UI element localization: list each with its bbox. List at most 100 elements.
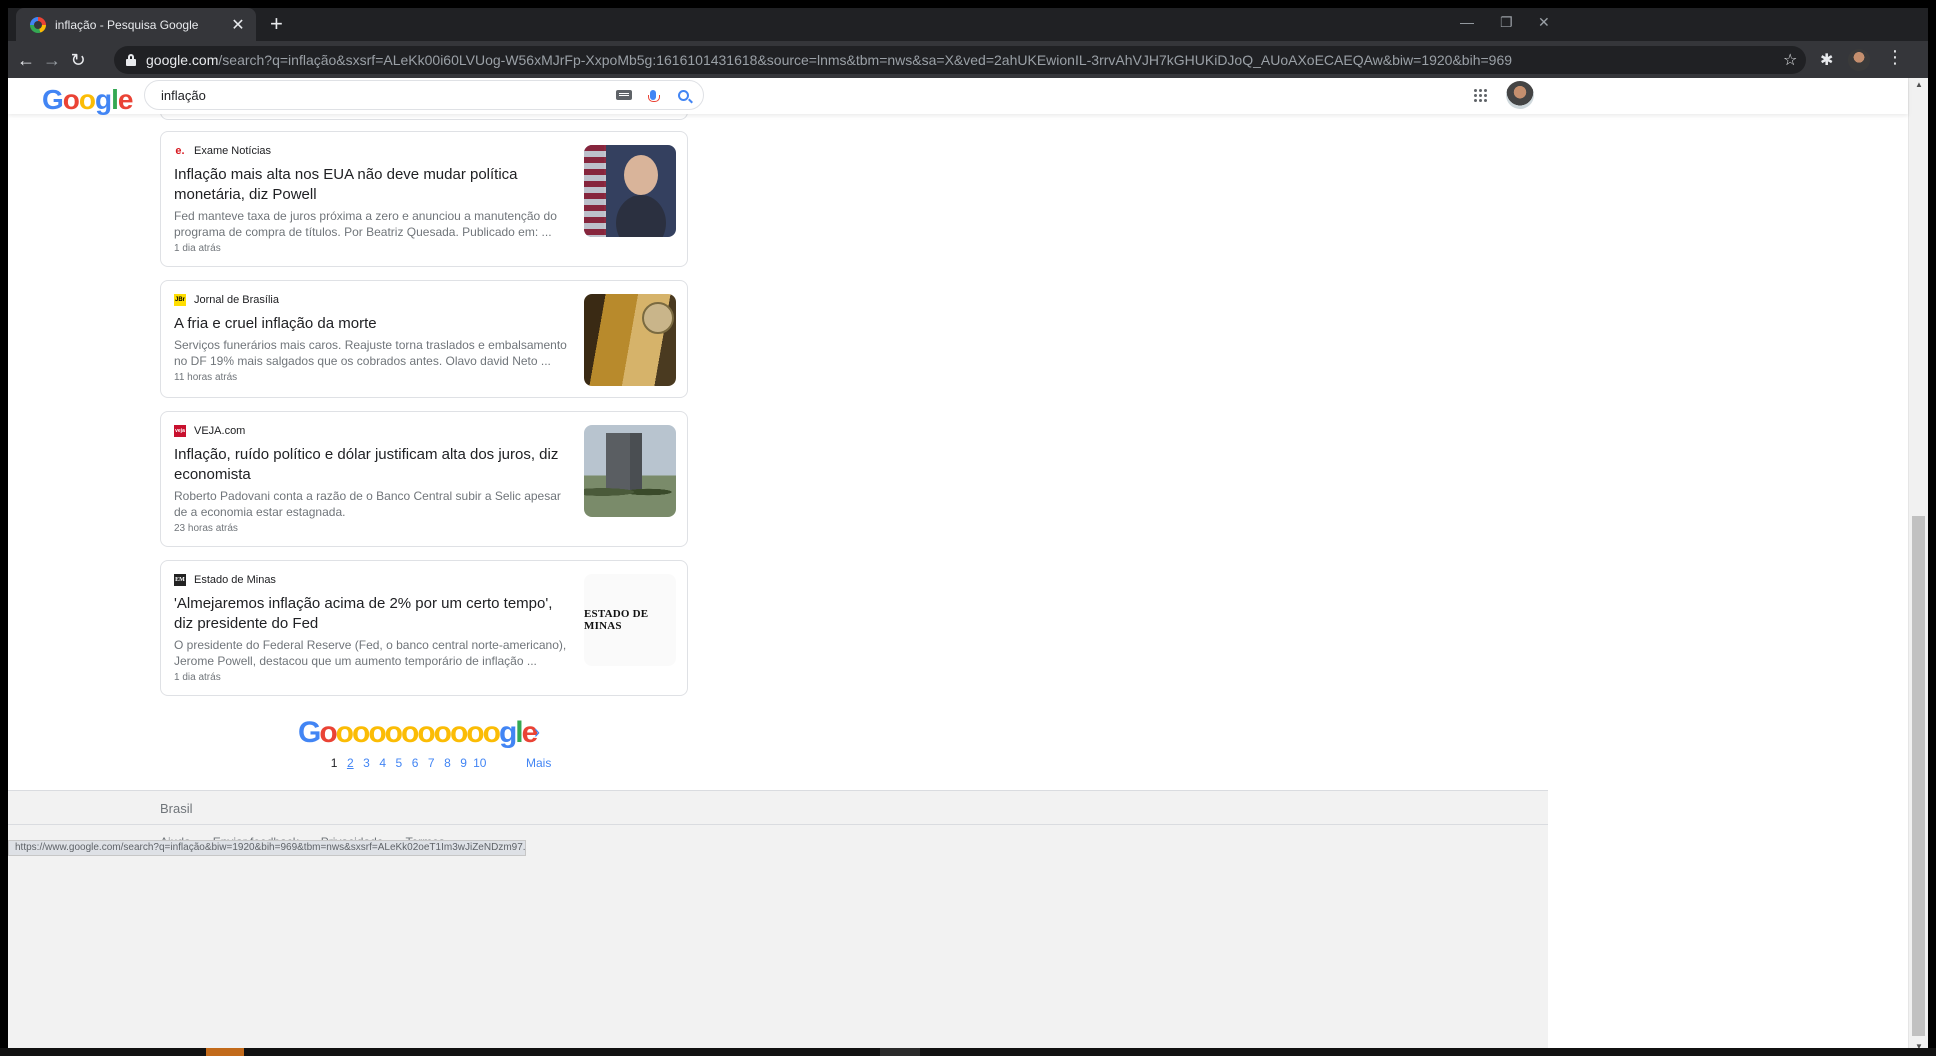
page-number-link[interactable]: 5	[391, 756, 407, 770]
page-number-link[interactable]: 8	[439, 756, 455, 770]
close-window-button[interactable]: ✕	[1538, 14, 1550, 31]
more-pages-link[interactable]: Mais	[526, 756, 551, 770]
result-thumbnail-image[interactable]	[584, 145, 676, 237]
news-result-card[interactable]: EM Estado de Minas 'Almejaremos inflação…	[160, 560, 688, 696]
pagination-logo-letter: o	[319, 716, 337, 749]
result-title-link[interactable]: Inflação mais alta nos EUA não deve muda…	[174, 165, 569, 205]
result-time: 11 horas atrás	[174, 372, 238, 383]
news-result-card[interactable]: veja VEJA.com Inflação, ruído político e…	[160, 411, 688, 547]
page-number-list: 1 2 3 4 5 6 7 8 9 10	[326, 756, 488, 770]
result-source: JBr Jornal de Brasília	[174, 294, 279, 306]
pagination-logo-letter: G	[298, 716, 321, 749]
result-title-link[interactable]: A fria e cruel inflação da morte	[174, 314, 569, 334]
keyboard-icon[interactable]	[616, 90, 632, 100]
page-number-link[interactable]: 4	[375, 756, 391, 770]
search-box[interactable]	[144, 80, 704, 110]
result-thumbnail-image[interactable]	[584, 294, 676, 386]
result-snippet: Fed manteve taxa de juros próxima a zero…	[174, 209, 557, 239]
microphone-icon[interactable]	[648, 90, 660, 102]
tab-close-icon[interactable]: ✕	[230, 15, 246, 35]
result-source: EM Estado de Minas	[174, 574, 276, 586]
account-avatar[interactable]	[1506, 81, 1534, 109]
pagination-logo-letter: o	[466, 716, 484, 749]
url-path: /search?q=inflação&sxsrf=ALeKk00i60LVUog…	[218, 52, 1513, 68]
logo-letter: g	[95, 84, 112, 115]
result-time: 1 dia atrás	[174, 243, 221, 254]
browser-window: inflação - Pesquisa Google ✕ + — ❐ ✕ ← →…	[8, 8, 1928, 1056]
pagination-logo-letter: o	[400, 716, 419, 749]
taskbar-app-icon[interactable]	[880, 1048, 920, 1056]
pagination: Gooooooooooogle › 1 2 3 4 5 6 7 8 9 10 M…	[298, 716, 558, 776]
source-name: VEJA.com	[194, 425, 246, 437]
pagination-logo-letter: o	[482, 716, 501, 749]
tab-strip: inflação - Pesquisa Google ✕ + — ❐ ✕	[8, 8, 1928, 41]
veja-logo-icon: veja	[174, 425, 186, 437]
result-thumbnail-image[interactable]: ESTADO DE MINAS	[584, 574, 676, 666]
pagination-logo-letter: o	[417, 716, 435, 749]
pagination-logo-letter: g	[498, 716, 517, 749]
chrome-menu-icon[interactable]: ⋮	[1886, 47, 1904, 68]
source-name: Estado de Minas	[194, 574, 276, 586]
footer-divider	[8, 824, 1548, 825]
browser-toolbar: ← → ↻ google.com/search?q=inflação&sxsrf…	[8, 41, 1928, 78]
search-icon[interactable]	[678, 89, 689, 101]
pagination-logo-letter: o	[384, 716, 403, 749]
news-result-card[interactable]: JBr Jornal de Brasília A fria e cruel in…	[160, 280, 688, 398]
news-result-card[interactable]: e. Exame Notícias Inflação mais alta nos…	[160, 131, 688, 267]
lock-icon[interactable]	[126, 54, 136, 66]
exame-logo-icon: e.	[175, 145, 185, 157]
back-button[interactable]: ←	[14, 48, 38, 72]
minimize-button[interactable]: —	[1460, 14, 1474, 30]
pagination-logo-letter: o	[433, 716, 452, 749]
logo-letter: o	[62, 84, 80, 115]
jornal-de-brasilia-logo-icon: JBr	[174, 294, 186, 306]
url-text[interactable]: google.com/search?q=inflação&sxsrf=ALeKk…	[146, 52, 1512, 68]
result-snippet: O presidente do Federal Reserve (Fed, o …	[174, 638, 567, 668]
google-apps-icon[interactable]	[1474, 89, 1488, 103]
reload-button[interactable]: ↻	[66, 48, 90, 72]
pagination-google-logo: Gooooooooooogle	[298, 716, 538, 750]
result-snippet: Roberto Padovani conta a razão de o Banc…	[174, 489, 561, 519]
scrollbar-thumb[interactable]	[1912, 516, 1925, 1036]
page-number-link[interactable]: 10	[472, 756, 488, 770]
address-bar[interactable]: google.com/search?q=inflação&sxsrf=ALeKk…	[114, 46, 1806, 74]
page-number-link[interactable]: 3	[358, 756, 374, 770]
estado-de-minas-logo-icon: EM	[174, 574, 186, 586]
url-host: google.com	[146, 52, 219, 68]
google-header: Google	[8, 78, 1908, 116]
bookmark-star-icon[interactable]: ☆	[1783, 50, 1797, 70]
logo-letter: l	[111, 84, 119, 115]
google-logo[interactable]: Google	[42, 84, 134, 116]
os-taskbar	[0, 1048, 1936, 1056]
logo-letter: e	[117, 84, 134, 115]
tab-active[interactable]: inflação - Pesquisa Google ✕	[16, 8, 256, 41]
restore-button[interactable]: ❐	[1500, 14, 1513, 31]
page-number-link[interactable]: 6	[407, 756, 423, 770]
page-footer: Brasil Ajuda Enviar feedback Privacidade…	[8, 790, 1548, 1056]
google-favicon-icon	[30, 16, 46, 33]
extensions-icon[interactable]: ✱	[1820, 50, 1833, 70]
search-input[interactable]	[161, 87, 616, 103]
new-tab-button[interactable]: +	[270, 12, 283, 36]
result-snippet: Serviços funerários mais caros. Reajuste…	[174, 338, 567, 368]
footer-country: Brasil	[160, 801, 193, 816]
source-name: Jornal de Brasília	[194, 294, 279, 306]
page-number-link[interactable]: 9	[456, 756, 472, 770]
result-time: 1 dia atrás	[174, 672, 221, 683]
logo-letter: o	[78, 84, 96, 115]
chrome-profile-avatar[interactable]	[1848, 49, 1870, 71]
result-thumbnail-image[interactable]	[584, 425, 676, 517]
result-title-link[interactable]: 'Almejaremos inflação acima de 2% por um…	[174, 594, 569, 634]
next-page-chevron-icon[interactable]: ›	[534, 722, 540, 743]
result-source: veja VEJA.com	[174, 425, 245, 437]
pagination-logo-letter: o	[335, 716, 354, 749]
page-scrollbar[interactable]: ▲ ▼	[1908, 78, 1928, 1056]
page-number-link[interactable]: 2	[342, 756, 358, 770]
taskbar-app-icon[interactable]	[206, 1048, 244, 1056]
forward-button[interactable]: →	[40, 48, 64, 72]
scroll-up-arrow-icon[interactable]: ▲	[1915, 80, 1923, 89]
page-number-link[interactable]: 7	[423, 756, 439, 770]
pagination-logo-letter: o	[368, 716, 386, 749]
result-time: 23 horas atrás	[174, 523, 238, 534]
result-title-link[interactable]: Inflação, ruído político e dólar justifi…	[174, 445, 569, 485]
